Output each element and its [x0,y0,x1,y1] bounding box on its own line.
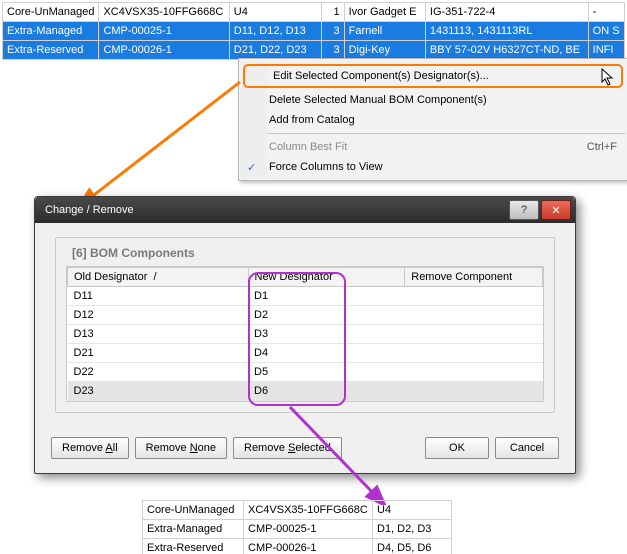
menu-edit-designators[interactable]: Edit Selected Component(s) Designator(s)… [243,64,623,88]
table-row[interactable]: Core-UnManagedXC4VSX35-10FFG668CU4 [143,501,452,520]
menu-column-best-fit[interactable]: Column Best Fit Ctrl+F [239,137,627,157]
grid-cell[interactable]: Extra-Reserved [3,41,99,60]
grid-cell[interactable]: D21, D22, D23 [229,41,321,60]
table-row[interactable]: Extra-ReservedCMP-00026-1D21, D22, D233D… [3,41,625,60]
table-row[interactable]: D21D4 [68,344,543,363]
cancel-button[interactable]: Cancel [495,437,559,459]
grid-cell[interactable]: U4 [373,501,452,520]
grid-cell[interactable]: Extra-Managed [143,520,244,539]
cell-new[interactable]: D3 [248,325,405,344]
grid-cell[interactable]: CMP-00026-1 [99,41,229,60]
grid-cell[interactable]: CMP-00025-1 [244,520,373,539]
grid-cell[interactable]: 3 [321,41,344,60]
mouse-cursor-icon [601,68,615,89]
col-new-designator[interactable]: New Designator [248,268,405,287]
grid-cell[interactable]: D4, D5, D6 [373,539,452,554]
cell-remove[interactable] [405,382,543,401]
cell-old[interactable]: D23 [68,382,249,401]
grid-cell[interactable]: U4 [229,3,321,22]
grid-cell[interactable]: 1 [321,3,344,22]
cell-old[interactable]: D12 [68,306,249,325]
cell-remove[interactable] [405,287,543,306]
menu-delete-component[interactable]: Delete Selected Manual BOM Component(s) [239,90,627,110]
grid-cell[interactable]: XC4VSX35-10FFG668C [99,3,229,22]
table-row[interactable]: Extra-ManagedCMP-00025-1D11, D12, D133Fa… [3,22,625,41]
cell-old[interactable]: D13 [68,325,249,344]
grid-cell[interactable]: Core-UnManaged [3,3,99,22]
table-row[interactable]: D13D3 [68,325,543,344]
grid-cell[interactable]: 3 [321,22,344,41]
menu-item-label: Column Best Fit [269,141,347,153]
table-row[interactable]: D23D6 [68,382,543,401]
menu-add-from-catalog[interactable]: Add from Catalog [239,110,627,130]
close-button[interactable]: ✕ [541,200,571,220]
menu-item-label: Delete Selected Manual BOM Component(s) [269,94,487,106]
menu-shortcut: Ctrl+F [587,141,617,153]
grid-cell[interactable]: Digi-Key [344,41,425,60]
table-row[interactable]: Extra-ReservedCMP-00026-1D4, D5, D6 [143,539,452,554]
cell-remove[interactable] [405,306,543,325]
table-row[interactable]: D12D2 [68,306,543,325]
table-row[interactable]: D11D1 [68,287,543,306]
bom-components-group: [6] BOM Components Old Designator / New … [55,237,555,413]
cell-remove[interactable] [405,325,543,344]
source-grid[interactable]: Core-UnManagedXC4VSX35-10FFG668CU41Ivor … [2,2,625,60]
grid-cell[interactable]: 1431113, 1431113RL [425,22,588,41]
grid-cell[interactable]: Extra-Managed [3,22,99,41]
grid-cell[interactable]: Extra-Reserved [143,539,244,554]
menu-item-label: Edit Selected Component(s) Designator(s)… [273,70,489,82]
cell-new[interactable]: D5 [248,363,405,382]
remove-all-button[interactable]: Remove All [51,437,129,459]
cell-remove[interactable] [405,344,543,363]
cell-new[interactable]: D4 [248,344,405,363]
table-row[interactable]: D22D5 [68,363,543,382]
cell-new[interactable]: D2 [248,306,405,325]
result-grid[interactable]: Core-UnManagedXC4VSX35-10FFG668CU4Extra-… [142,500,452,554]
remove-none-button[interactable]: Remove None [135,437,227,459]
cell-old[interactable]: D22 [68,363,249,382]
context-menu: Edit Selected Component(s) Designator(s)… [238,58,627,181]
table-row[interactable]: Extra-ManagedCMP-00025-1D1, D2, D3 [143,520,452,539]
menu-separator [267,133,625,134]
grid-cell[interactable]: Core-UnManaged [143,501,244,520]
dialog-titlebar[interactable]: Change / Remove ? ✕ [35,197,575,223]
change-remove-dialog: Change / Remove ? ✕ [6] BOM Components O… [34,196,576,474]
grid-cell[interactable]: D1, D2, D3 [373,520,452,539]
check-icon: ✓ [247,161,256,174]
cell-old[interactable]: D11 [68,287,249,306]
col-old-designator[interactable]: Old Designator / [68,268,249,287]
grid-cell[interactable]: Ivor Gadget E [344,3,425,22]
help-button[interactable]: ? [509,200,539,220]
dialog-title: Change / Remove [45,204,134,216]
grid-cell[interactable]: INFI [588,41,624,60]
table-row[interactable]: Core-UnManagedXC4VSX35-10FFG668CU41Ivor … [3,3,625,22]
grid-cell[interactable]: ON S [588,22,624,41]
col-remove-component[interactable]: Remove Component [405,268,543,287]
grid-cell[interactable]: - [588,3,624,22]
grid-cell[interactable]: CMP-00026-1 [244,539,373,554]
dialog-button-bar: Remove All Remove None Remove Selected O… [35,425,575,473]
cell-new[interactable]: D1 [248,287,405,306]
grid-cell[interactable]: Farnell [344,22,425,41]
ok-button[interactable]: OK [425,437,489,459]
cell-new[interactable]: D6 [248,382,405,401]
cell-remove[interactable] [405,363,543,382]
menu-item-label: Force Columns to View [269,161,383,173]
callout-arrow-orange [80,80,260,210]
cell-old[interactable]: D21 [68,344,249,363]
grid-cell[interactable]: XC4VSX35-10FFG668C [244,501,373,520]
grid-cell[interactable]: IG-351-722-4 [425,3,588,22]
grid-cell[interactable]: D11, D12, D13 [229,22,321,41]
grid-cell[interactable]: CMP-00025-1 [99,22,229,41]
group-title: [6] BOM Components [68,246,199,260]
designator-table[interactable]: Old Designator / New Designator Remove C… [67,267,543,401]
grid-cell[interactable]: BBY 57-02V H6327CT-ND, BE [425,41,588,60]
menu-item-label: Add from Catalog [269,114,355,126]
menu-force-columns[interactable]: ✓ Force Columns to View [239,157,627,177]
remove-selected-button[interactable]: Remove Selected [233,437,342,459]
